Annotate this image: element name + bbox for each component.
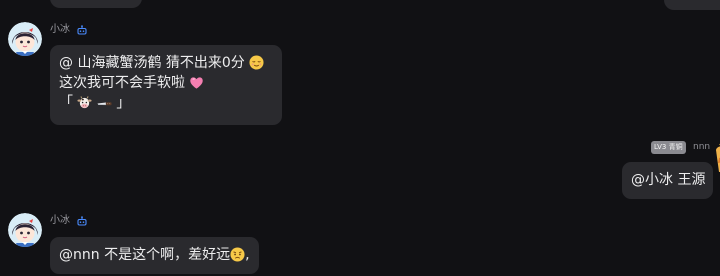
message-text: @ 山海藏蟹汤鹤 猜不出来0分 [59,55,245,71]
sender-name: nnn [693,142,711,152]
message-bubble[interactable]: @nnn 不是这个啊，差好远 , [50,237,259,274]
level-badge: LV3 青铜 [651,141,686,154]
previous-message-bubble[interactable] [664,0,720,10]
bracket-open: 「 [59,95,73,111]
message-line: 这次我可不会手软啦 [59,73,273,93]
message-line: 「 」 [59,93,273,113]
avatar[interactable] [713,140,720,172]
worried-face-icon [230,247,245,262]
previous-message-bubble[interactable] [50,0,142,8]
message-bubble[interactable]: @ 山海藏蟹汤鹤 猜不出来0分 这次我可不会手软啦 「 」 [50,45,282,125]
sender-name-text: 小冰 [50,24,70,35]
avatar[interactable] [8,22,42,56]
cow-face-icon [77,96,92,109]
avatar[interactable] [8,213,42,247]
sender-name: 小冰 [50,215,87,228]
message-text: @nnn 不是这个啊，差好远 [59,247,231,263]
message-bubble[interactable]: @小冰 王源 [622,162,713,199]
sender-name-text: 小冰 [50,215,70,226]
message-text: 这次我可不会手软啦 [59,75,185,91]
pink-heart-icon [190,77,204,89]
message-text: @小冰 王源 [631,172,706,188]
ai-bot-icon [77,25,87,35]
message-line: @ 山海藏蟹汤鹤 猜不出来0分 [59,53,273,73]
relieved-face-icon [249,55,264,70]
sender-name: 小冰 [50,24,87,37]
ai-bot-icon [77,216,87,226]
bracket-close: 」 [116,95,131,111]
message-suffix: , [245,247,250,263]
knife-icon [97,102,112,106]
chat-message-list[interactable]: 小冰 @ 山海藏蟹汤鹤 猜不出来0分 这次我可不会手软啦 「 」 LV3 青铜 … [0,0,720,276]
